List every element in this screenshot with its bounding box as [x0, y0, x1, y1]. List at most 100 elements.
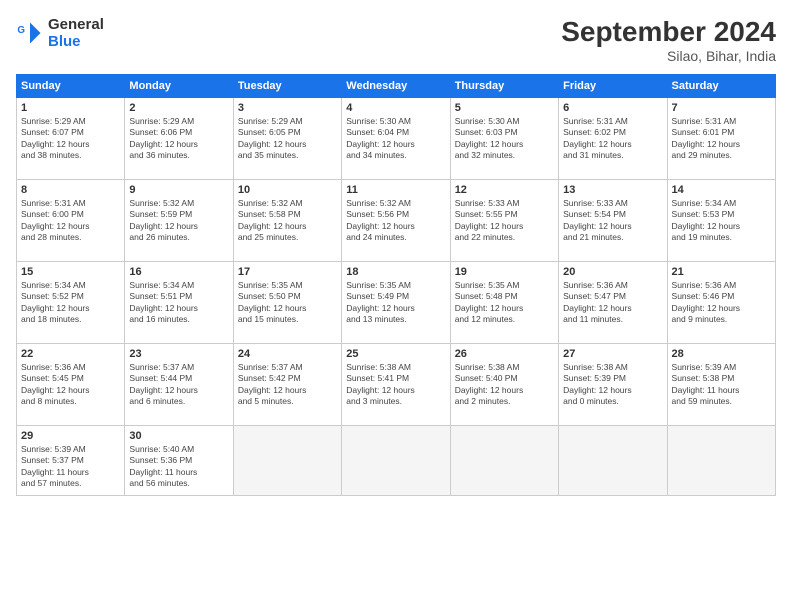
table-row: 16 Sunrise: 5:34 AM Sunset: 5:51 PM Dayli… — [125, 262, 233, 344]
day-info: Sunrise: 5:35 AM Sunset: 5:48 PM Dayligh… — [455, 280, 554, 326]
day-number: 5 — [455, 102, 554, 114]
day-info: Sunrise: 5:31 AM Sunset: 6:00 PM Dayligh… — [21, 198, 120, 244]
table-row: 20 Sunrise: 5:36 AM Sunset: 5:47 PM Dayli… — [559, 262, 667, 344]
table-row: 13 Sunrise: 5:33 AM Sunset: 5:54 PM Dayli… — [559, 180, 667, 262]
day-info: Sunrise: 5:35 AM Sunset: 5:49 PM Dayligh… — [346, 280, 445, 326]
table-row — [233, 426, 341, 496]
table-row: 25 Sunrise: 5:38 AM Sunset: 5:41 PM Dayli… — [342, 344, 450, 426]
day-info: Sunrise: 5:29 AM Sunset: 6:06 PM Dayligh… — [129, 116, 228, 162]
day-info: Sunrise: 5:34 AM Sunset: 5:51 PM Dayligh… — [129, 280, 228, 326]
table-row: 1 Sunrise: 5:29 AM Sunset: 6:07 PM Daylig… — [17, 98, 125, 180]
day-number: 1 — [21, 102, 120, 114]
table-row — [559, 426, 667, 496]
header-tuesday: Tuesday — [233, 75, 341, 98]
table-row: 7 Sunrise: 5:31 AM Sunset: 6:01 PM Daylig… — [667, 98, 775, 180]
table-row — [450, 426, 558, 496]
table-row: 21 Sunrise: 5:36 AM Sunset: 5:46 PM Dayli… — [667, 262, 775, 344]
table-row: 11 Sunrise: 5:32 AM Sunset: 5:56 PM Dayli… — [342, 180, 450, 262]
table-row: 10Sunrise: 5:32 AM Sunset: 5:58 PM Dayli… — [233, 180, 341, 262]
table-row: 6 Sunrise: 5:31 AM Sunset: 6:02 PM Daylig… — [559, 98, 667, 180]
day-info: Sunrise: 5:39 AM Sunset: 5:37 PM Dayligh… — [21, 444, 120, 490]
table-row: 19 Sunrise: 5:35 AM Sunset: 5:48 PM Dayli… — [450, 262, 558, 344]
table-row: 22 Sunrise: 5:36 AM Sunset: 5:45 PM Dayli… — [17, 344, 125, 426]
day-number: 6 — [563, 102, 662, 114]
day-info: Sunrise: 5:34 AM Sunset: 5:52 PM Dayligh… — [21, 280, 120, 326]
title-area: September 2024 Silao, Bihar, India — [561, 16, 776, 64]
day-number: 7 — [672, 102, 771, 114]
header-saturday: Saturday — [667, 75, 775, 98]
day-number: 14 — [672, 184, 771, 196]
day-number: 23 — [129, 348, 228, 360]
table-row: 5 Sunrise: 5:30 AM Sunset: 6:03 PM Daylig… — [450, 98, 558, 180]
table-row: 12Sunrise: 5:33 AM Sunset: 5:55 PM Dayli… — [450, 180, 558, 262]
day-number: 21 — [672, 266, 771, 278]
day-number: 22 — [21, 348, 120, 360]
calendar: Sunday Monday Tuesday Wednesday Thursday… — [16, 74, 776, 496]
table-row: 27Sunrise: 5:38 AM Sunset: 5:39 PM Dayli… — [559, 344, 667, 426]
day-number: 26 — [455, 348, 554, 360]
day-info: Sunrise: 5:37 AM Sunset: 5:42 PM Dayligh… — [238, 362, 337, 408]
logo-icon: G — [16, 19, 44, 47]
day-number: 24 — [238, 348, 337, 360]
day-info: Sunrise: 5:37 AM Sunset: 5:44 PM Dayligh… — [129, 362, 228, 408]
day-number: 20 — [563, 266, 662, 278]
day-info: Sunrise: 5:30 AM Sunset: 6:03 PM Dayligh… — [455, 116, 554, 162]
day-number: 27 — [563, 348, 662, 360]
day-info: Sunrise: 5:34 AM Sunset: 5:53 PM Dayligh… — [672, 198, 771, 244]
table-row: 29 Sunrise: 5:39 AM Sunset: 5:37 PM Dayli… — [17, 426, 125, 496]
day-number: 9 — [129, 184, 228, 196]
day-info: Sunrise: 5:36 AM Sunset: 5:46 PM Dayligh… — [672, 280, 771, 326]
day-info: Sunrise: 5:32 AM Sunset: 5:56 PM Dayligh… — [346, 198, 445, 244]
day-number: 15 — [21, 266, 120, 278]
day-info: Sunrise: 5:38 AM Sunset: 5:40 PM Dayligh… — [455, 362, 554, 408]
table-row: 15 Sunrise: 5:34 AM Sunset: 5:52 PM Dayli… — [17, 262, 125, 344]
day-info: Sunrise: 5:31 AM Sunset: 6:01 PM Dayligh… — [672, 116, 771, 162]
table-row — [342, 426, 450, 496]
day-info: Sunrise: 5:33 AM Sunset: 5:54 PM Dayligh… — [563, 198, 662, 244]
day-info: Sunrise: 5:31 AM Sunset: 6:02 PM Dayligh… — [563, 116, 662, 162]
day-number: 28 — [672, 348, 771, 360]
day-number: 8 — [21, 184, 120, 196]
day-info: Sunrise: 5:29 AM Sunset: 6:07 PM Dayligh… — [21, 116, 120, 162]
day-number: 19 — [455, 266, 554, 278]
day-info: Sunrise: 5:36 AM Sunset: 5:47 PM Dayligh… — [563, 280, 662, 326]
header-sunday: Sunday — [17, 75, 125, 98]
day-number: 30 — [129, 430, 228, 442]
svg-text:G: G — [17, 25, 25, 36]
logo-line1: General — [48, 16, 104, 33]
day-info: Sunrise: 5:40 AM Sunset: 5:36 PM Dayligh… — [129, 444, 228, 490]
day-info: Sunrise: 5:32 AM Sunset: 5:59 PM Dayligh… — [129, 198, 228, 244]
table-row: 3Sunrise: 5:29 AM Sunset: 6:05 PM Daylig… — [233, 98, 341, 180]
day-number: 29 — [21, 430, 120, 442]
subtitle: Silao, Bihar, India — [561, 48, 776, 64]
table-row: 26 Sunrise: 5:38 AM Sunset: 5:40 PM Dayli… — [450, 344, 558, 426]
table-row: 9 Sunrise: 5:32 AM Sunset: 5:59 PM Daylig… — [125, 180, 233, 262]
table-row: 24 Sunrise: 5:37 AM Sunset: 5:42 PM Dayli… — [233, 344, 341, 426]
table-row: 2Sunrise: 5:29 AM Sunset: 6:06 PM Daylig… — [125, 98, 233, 180]
logo-line2: Blue — [48, 33, 104, 50]
day-number: 12 — [455, 184, 554, 196]
table-row: 23 Sunrise: 5:37 AM Sunset: 5:44 PM Dayli… — [125, 344, 233, 426]
day-number: 25 — [346, 348, 445, 360]
header-friday: Friday — [559, 75, 667, 98]
day-info: Sunrise: 5:36 AM Sunset: 5:45 PM Dayligh… — [21, 362, 120, 408]
day-info: Sunrise: 5:38 AM Sunset: 5:41 PM Dayligh… — [346, 362, 445, 408]
day-number: 3 — [238, 102, 337, 114]
day-number: 16 — [129, 266, 228, 278]
day-info: Sunrise: 5:35 AM Sunset: 5:50 PM Dayligh… — [238, 280, 337, 326]
day-number: 17 — [238, 266, 337, 278]
day-info: Sunrise: 5:30 AM Sunset: 6:04 PM Dayligh… — [346, 116, 445, 162]
day-number: 11 — [346, 184, 445, 196]
header-thursday: Thursday — [450, 75, 558, 98]
day-number: 4 — [346, 102, 445, 114]
day-info: Sunrise: 5:32 AM Sunset: 5:58 PM Dayligh… — [238, 198, 337, 244]
table-row: 8 Sunrise: 5:31 AM Sunset: 6:00 PM Daylig… — [17, 180, 125, 262]
header-wednesday: Wednesday — [342, 75, 450, 98]
table-row: 14 Sunrise: 5:34 AM Sunset: 5:53 PM Dayli… — [667, 180, 775, 262]
day-number: 13 — [563, 184, 662, 196]
day-info: Sunrise: 5:39 AM Sunset: 5:38 PM Dayligh… — [672, 362, 771, 408]
table-row — [667, 426, 775, 496]
table-row: 17 Sunrise: 5:35 AM Sunset: 5:50 PM Dayli… — [233, 262, 341, 344]
header-monday: Monday — [125, 75, 233, 98]
calendar-header-row: Sunday Monday Tuesday Wednesday Thursday… — [17, 75, 776, 98]
